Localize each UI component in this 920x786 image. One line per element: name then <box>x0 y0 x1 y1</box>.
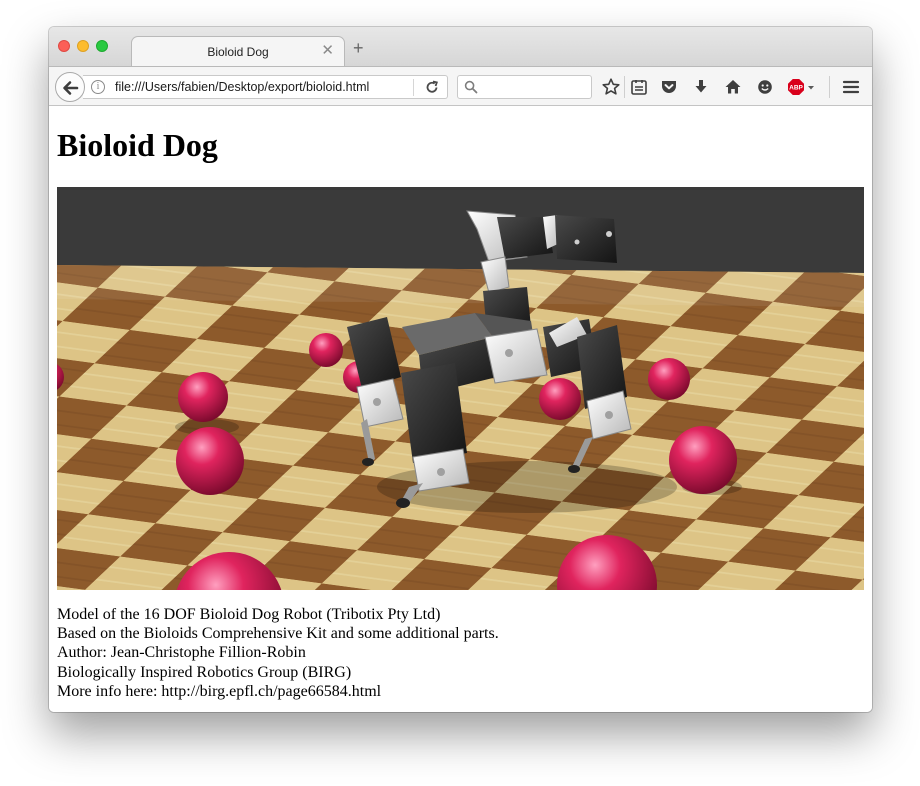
hamburger-menu-icon[interactable] <box>841 77 861 97</box>
navigation-toolbar: i file:///Users/fabien/Desktop/export/bi… <box>49 66 872 106</box>
back-button[interactable] <box>55 72 85 102</box>
page-title: Bioloid Dog <box>57 127 218 163</box>
page-content: Bioloid Dog Model of the 16 DOF Bioloid … <box>49 106 872 712</box>
address-bar-divider <box>413 79 414 96</box>
url-text[interactable]: file:///Users/fabien/Desktop/export/biol… <box>115 80 369 94</box>
back-arrow-icon <box>63 81 79 95</box>
download-arrow-icon[interactable] <box>691 77 711 97</box>
reload-icon[interactable] <box>424 79 440 95</box>
tab-bioloid-dog[interactable]: Bioloid Dog ✕ <box>131 36 345 67</box>
tab-bar: Bioloid Dog ✕ + <box>49 27 872 67</box>
close-window-button[interactable] <box>58 40 70 52</box>
model-description: Model of the 16 DOF Bioloid Dog Robot (T… <box>57 605 499 701</box>
robot-3d-viewport[interactable] <box>57 187 864 590</box>
browser-window: Bioloid Dog ✕ + i file:///Users/fabien/D… <box>49 27 872 712</box>
pocket-icon[interactable] <box>659 77 679 97</box>
reading-list-icon[interactable] <box>629 77 649 97</box>
search-bar[interactable] <box>457 75 592 99</box>
description-line: Author: Jean-Christophe Fillion-Robin <box>57 644 306 662</box>
description-line: Biologically Inspired Robotics Group (BI… <box>57 663 352 681</box>
info-icon[interactable]: i <box>91 80 105 94</box>
minimize-window-button[interactable] <box>77 40 89 52</box>
smiley-icon[interactable] <box>755 77 775 97</box>
description-line: Model of the 16 DOF Bioloid Dog Robot (T… <box>57 606 441 623</box>
adblock-plus-icon[interactable]: ABP <box>787 77 817 97</box>
toolbar-divider <box>829 76 830 98</box>
search-icon <box>464 80 478 94</box>
new-tab-button[interactable]: + <box>353 39 364 57</box>
svg-text:ABP: ABP <box>789 84 803 91</box>
star-icon[interactable] <box>601 77 621 97</box>
background-wall <box>57 187 864 273</box>
tab-title: Bioloid Dog <box>207 45 269 59</box>
description-line: Based on the Bioloids Comprehensive Kit … <box>57 625 499 643</box>
toolbar-divider <box>624 76 625 98</box>
home-icon[interactable] <box>723 77 743 97</box>
address-bar[interactable]: i file:///Users/fabien/Desktop/export/bi… <box>83 75 448 99</box>
description-line: More info here: http://birg.epfl.ch/page… <box>57 682 382 700</box>
tab-close-icon[interactable]: ✕ <box>321 42 334 60</box>
maximize-window-button[interactable] <box>96 40 108 52</box>
